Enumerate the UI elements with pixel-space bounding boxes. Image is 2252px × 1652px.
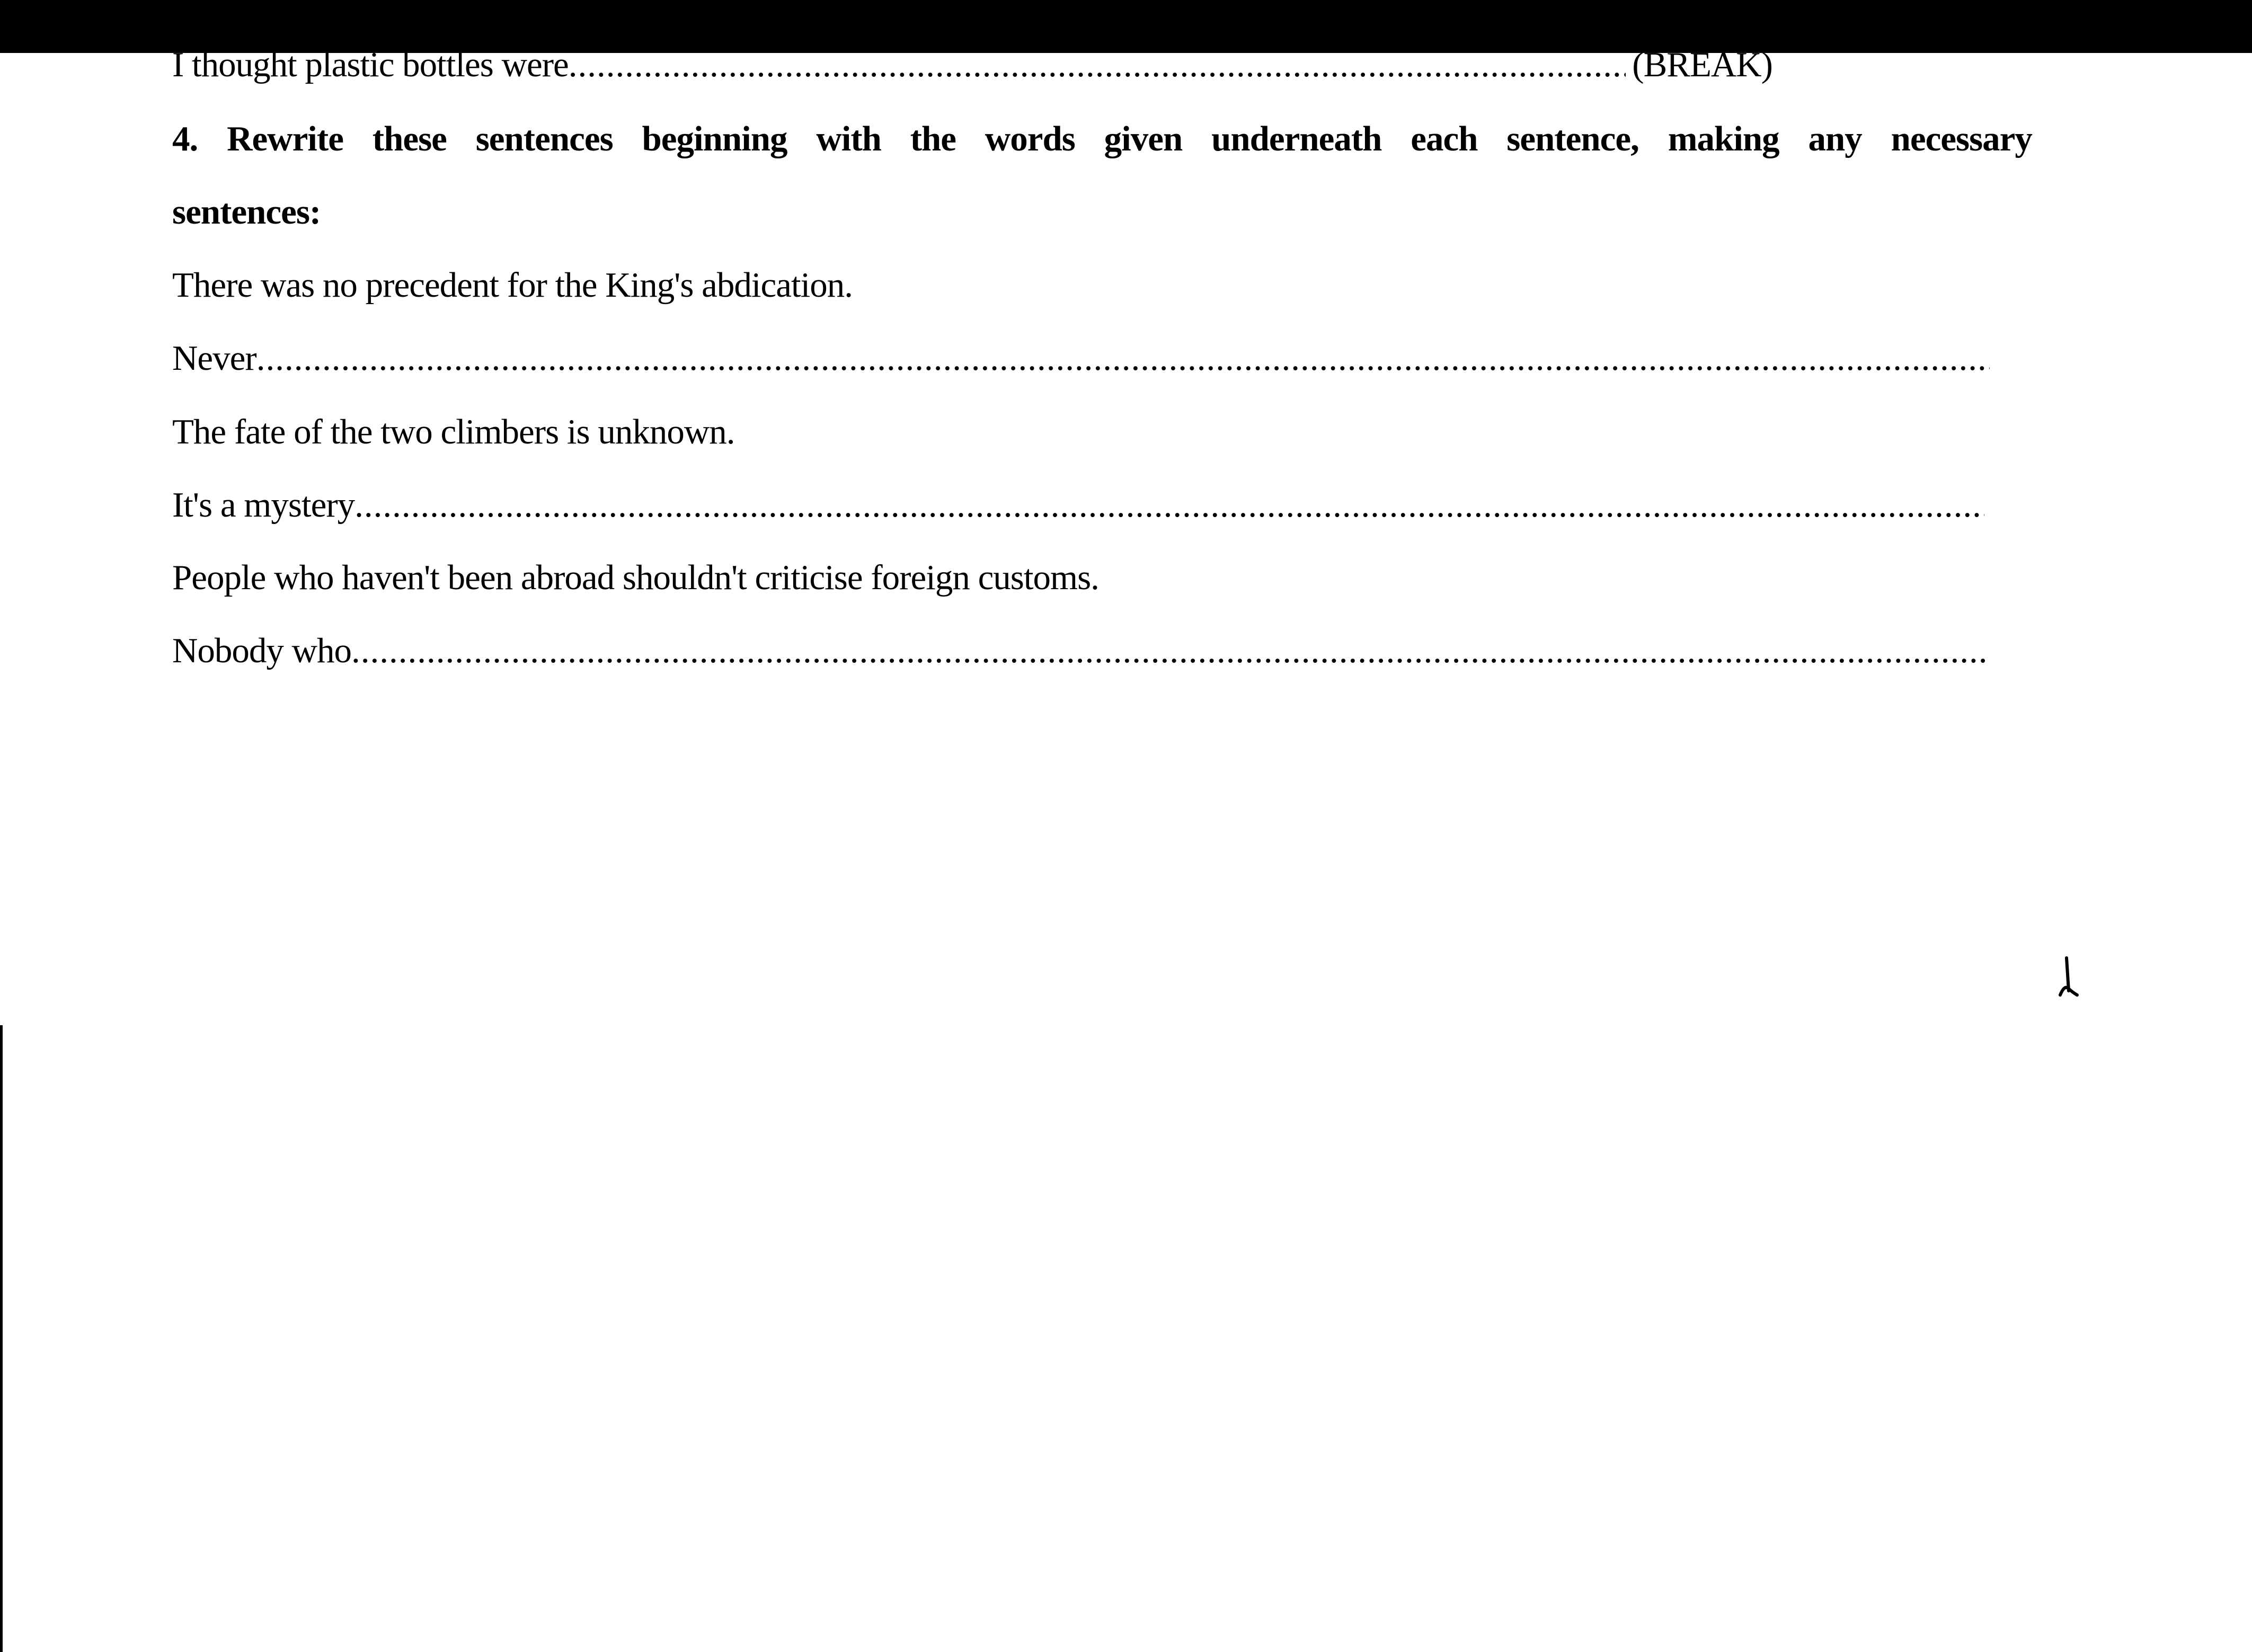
instruction-word: underneath	[1211, 119, 1382, 158]
instruction-word: Rewrite	[227, 119, 344, 158]
scan-left-edge	[0, 1025, 3, 1652]
item-answer-line: It's a mystery	[172, 484, 1984, 526]
previous-item-start: I thought plastic bottles were	[172, 45, 569, 84]
instruction-word: with	[816, 119, 882, 158]
answer-blank[interactable]	[354, 484, 1984, 526]
instruction-word: given	[1104, 119, 1183, 158]
stray-pen-mark	[2059, 956, 2079, 997]
item-answer-line: Never	[172, 337, 1990, 379]
section-4-instruction: 4. Rewrite these sentences beginning wit…	[172, 118, 2033, 160]
item-sentence: There was no precedent for the King's ab…	[172, 265, 853, 305]
instruction-word: necessary	[1891, 119, 2033, 158]
answer-blank[interactable]	[569, 43, 1626, 86]
item-prompt: It's a mystery	[172, 485, 355, 525]
section-4-instruction-cont: sentences:	[172, 192, 321, 232]
instruction-word: beginning	[642, 119, 787, 158]
section-number: 4.	[172, 119, 198, 158]
item-prompt: Never	[172, 339, 257, 378]
item-sentence: The fate of the two climbers is unknown.	[172, 412, 735, 451]
instruction-word: sentence,	[1506, 119, 1639, 158]
instruction-word: each	[1411, 119, 1478, 158]
previous-item-keyword: (BREAK)	[1632, 45, 1773, 84]
instruction-word: these	[372, 119, 447, 158]
instruction-word: making	[1668, 119, 1780, 158]
answer-blank[interactable]	[256, 337, 1990, 379]
answer-blank[interactable]	[351, 629, 1990, 672]
item-prompt: Nobody who	[172, 631, 352, 670]
instruction-word: words	[985, 119, 1076, 158]
instruction-word: sentences	[475, 119, 614, 158]
item-sentence: People who haven't been abroad shouldn't…	[172, 558, 1100, 597]
instruction-word: the	[910, 119, 956, 158]
instruction-word: any	[1808, 119, 1862, 158]
previous-item-line: I thought plastic bottles were (BREAK)	[172, 43, 1773, 86]
item-answer-line: Nobody who	[172, 629, 1990, 672]
